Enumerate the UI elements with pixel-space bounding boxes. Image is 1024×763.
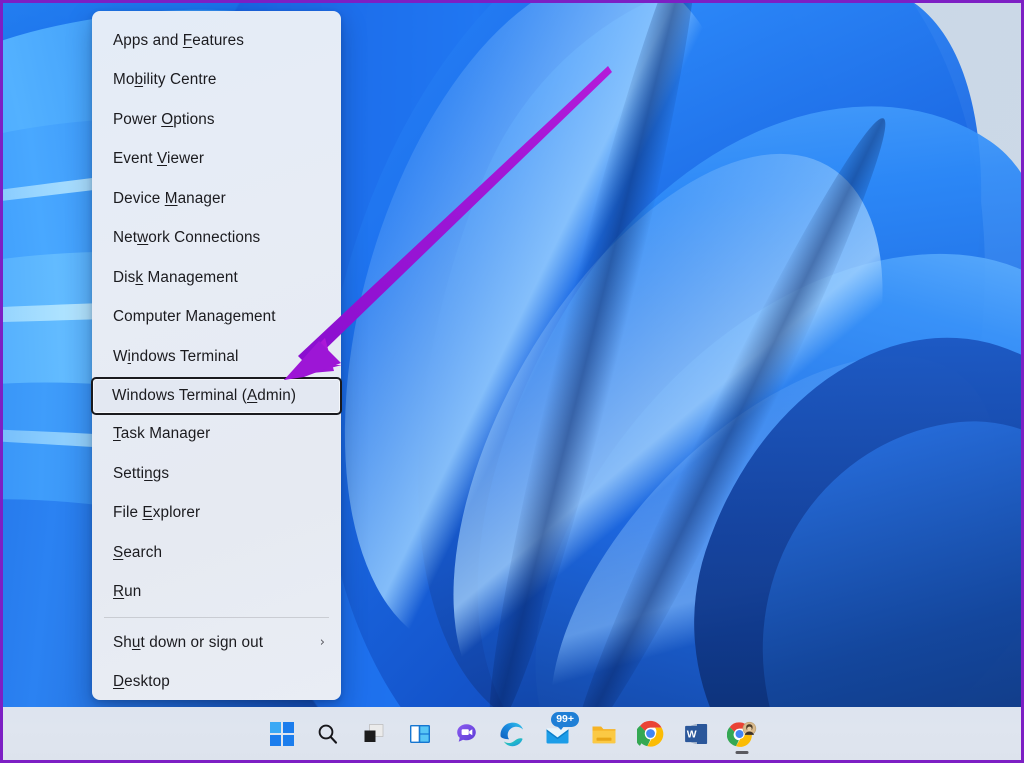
menu-item-windows-terminal-admin[interactable]: Windows Terminal (Admin) — [91, 377, 342, 415]
menu-item-label: Task Manager — [113, 425, 327, 443]
menu-item-label: Disk Management — [113, 269, 327, 287]
file-explorer-icon — [590, 722, 618, 746]
menu-item-label: Mobility Centre — [113, 71, 327, 89]
winx-context-menu[interactable]: Apps and Features Mobility Centre Power … — [92, 11, 341, 700]
desktop: Apps and Features Mobility Centre Power … — [3, 3, 1021, 760]
menu-item-label: Event Viewer — [113, 150, 327, 168]
menu-item-label: Settings — [113, 465, 327, 483]
running-indicator-dot — [736, 751, 749, 754]
mail-unread-badge: 99+ — [551, 712, 579, 727]
chrome-button[interactable] — [627, 713, 673, 755]
menu-item-label: Search — [113, 544, 327, 562]
chat-icon — [454, 721, 479, 746]
menu-item-disk-management[interactable]: Disk Management — [92, 258, 341, 298]
menu-item-label: Device Manager — [113, 190, 327, 208]
menu-item-task-manager[interactable]: Task Manager — [92, 415, 341, 455]
menu-item-label: Run — [113, 583, 327, 601]
widgets-icon — [408, 722, 432, 746]
menu-item-network-connections[interactable]: Network Connections — [92, 219, 341, 259]
search-taskbar-button[interactable] — [305, 713, 351, 755]
file-explorer-button[interactable] — [581, 713, 627, 755]
start-button[interactable] — [259, 713, 305, 755]
menu-item-settings[interactable]: Settings — [92, 454, 341, 494]
search-icon — [316, 722, 340, 746]
menu-item-label: Windows Terminal — [113, 348, 327, 366]
edge-button[interactable] — [489, 713, 535, 755]
word-glyph: W — [687, 729, 697, 740]
chrome-profile-icon — [727, 719, 757, 749]
word-icon: W — [683, 721, 709, 747]
menu-item-computer-management[interactable]: Computer Management — [92, 298, 341, 338]
menu-item-label: Shut down or sign out — [113, 634, 320, 652]
menu-item-file-explorer[interactable]: File Explorer — [92, 494, 341, 534]
menu-separator — [104, 617, 329, 618]
menu-item-run[interactable]: Run — [92, 573, 341, 613]
menu-item-windows-terminal[interactable]: Windows Terminal — [92, 337, 341, 377]
task-view-button[interactable] — [351, 713, 397, 755]
menu-item-apps-and-features[interactable]: Apps and Features — [92, 21, 341, 61]
menu-item-label: Apps and Features — [113, 32, 327, 50]
menu-item-label: Windows Terminal (Admin) — [112, 387, 326, 405]
menu-item-label: Power Options — [113, 111, 327, 129]
chat-button[interactable] — [443, 713, 489, 755]
menu-item-label: File Explorer — [113, 504, 327, 522]
menu-item-event-viewer[interactable]: Event Viewer — [92, 140, 341, 180]
menu-item-mobility-centre[interactable]: Mobility Centre — [92, 61, 341, 101]
windows-logo-icon — [270, 722, 294, 746]
task-view-icon — [362, 722, 386, 746]
menu-item-shut-down-or-sign-out[interactable]: Shut down or sign out › — [92, 623, 341, 663]
taskbar[interactable]: 99+ — [3, 707, 1021, 760]
menu-item-device-manager[interactable]: Device Manager — [92, 179, 341, 219]
menu-item-label: Network Connections — [113, 229, 327, 247]
chrome-profile-button[interactable] — [719, 713, 765, 755]
menu-item-search[interactable]: Search — [92, 533, 341, 573]
chrome-icon — [637, 720, 664, 747]
mail-button[interactable]: 99+ — [535, 713, 581, 755]
word-button[interactable]: W — [673, 713, 719, 755]
menu-item-desktop[interactable]: Desktop — [92, 663, 341, 703]
edge-icon — [498, 720, 526, 748]
widgets-button[interactable] — [397, 713, 443, 755]
chevron-right-icon: › — [320, 635, 327, 650]
menu-item-label: Desktop — [113, 673, 327, 691]
menu-item-power-options[interactable]: Power Options — [92, 100, 341, 140]
menu-item-label: Computer Management — [113, 308, 327, 326]
